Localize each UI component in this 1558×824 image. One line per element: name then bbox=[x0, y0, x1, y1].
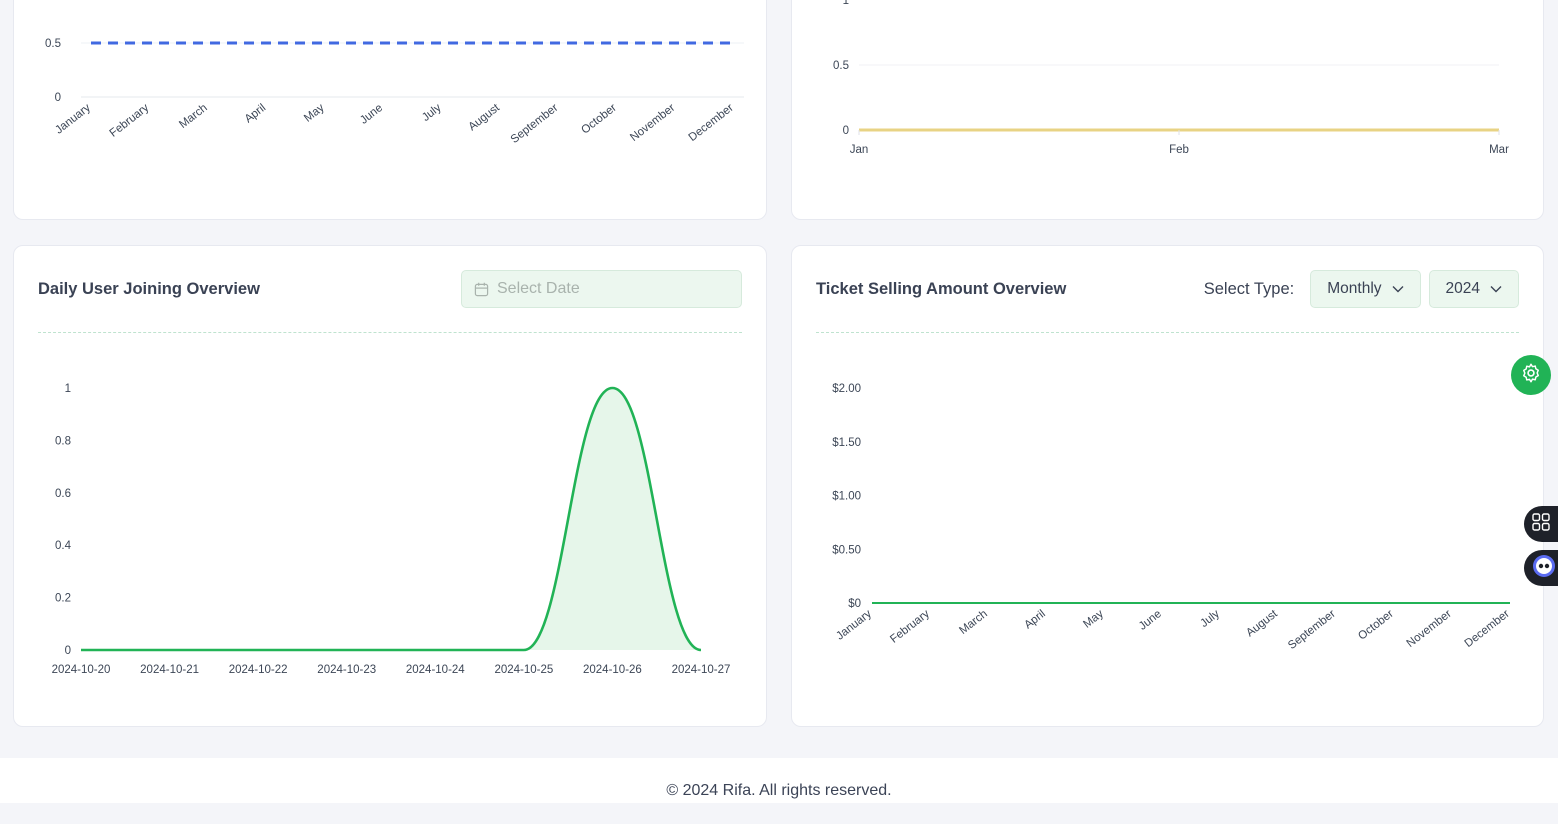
card-header: Ticket Selling Amount Overview Select Ty… bbox=[816, 270, 1519, 333]
bot-icon bbox=[1532, 554, 1556, 583]
x-tick-label: February bbox=[888, 608, 932, 646]
x-tick-label: 2024-10-20 bbox=[52, 664, 111, 676]
x-tick-label: June bbox=[1137, 608, 1164, 633]
y-tick-label: 0.6 bbox=[55, 488, 71, 500]
x-tick-label: November bbox=[628, 102, 677, 144]
y-tick-label: 0.5 bbox=[833, 60, 849, 72]
x-tick-label: September bbox=[1286, 608, 1338, 652]
gear-icon bbox=[1520, 362, 1542, 389]
x-tick-label: 2024-10-23 bbox=[317, 664, 376, 676]
apps-button[interactable] bbox=[1524, 506, 1558, 542]
period-type-select[interactable]: Monthly bbox=[1310, 270, 1420, 308]
card-title: Ticket Selling Amount Overview bbox=[816, 280, 1066, 299]
y-tick-label: $1.50 bbox=[832, 437, 861, 449]
x-tick-label: 2024-10-25 bbox=[494, 664, 553, 676]
x-tick-label: November bbox=[1405, 608, 1454, 650]
y-tick-label: 1 bbox=[843, 0, 849, 7]
x-tick-label: December bbox=[1463, 608, 1512, 650]
monthly-dashed-line-chart: 0.5 0January February March April May June July… bbox=[14, 0, 768, 221]
x-tick-label: 2024-10-27 bbox=[672, 664, 731, 676]
year-select[interactable]: 2024 bbox=[1429, 270, 1519, 308]
settings-button[interactable] bbox=[1511, 355, 1551, 395]
period-type-value: Monthly bbox=[1327, 280, 1381, 298]
x-tick-label: April bbox=[1022, 608, 1048, 632]
x-tick-label: Feb bbox=[1169, 144, 1189, 156]
x-tick-label: April bbox=[243, 102, 269, 126]
x-tick-label: July bbox=[1198, 608, 1222, 630]
calendar-icon bbox=[474, 282, 489, 297]
x-tick-label: January bbox=[834, 608, 874, 643]
daily-user-joining-card: 0 0.2 0.4 0.6 0.8 1 2024-10-20 2024-10-21 2024-1… bbox=[13, 245, 767, 727]
x-tick-label: March bbox=[177, 102, 210, 131]
jan-mar-line-chart: 1 0.5 0Jan Feb Mar bbox=[792, 0, 1545, 221]
x-tick-label: 2024-10-22 bbox=[229, 664, 288, 676]
chart-controls: Select Type: Monthly 2024 bbox=[1204, 270, 1519, 308]
x-tick-label: September bbox=[509, 102, 561, 146]
assistant-button[interactable] bbox=[1524, 550, 1558, 586]
card-header: Daily User Joining Overview Select Date bbox=[38, 270, 742, 333]
x-tick-label: February bbox=[108, 102, 152, 140]
x-tick-label: July bbox=[420, 102, 444, 124]
x-tick-label: 2024-10-24 bbox=[406, 664, 465, 676]
chevron-down-icon bbox=[1392, 285, 1404, 293]
y-tick-label: 1 bbox=[65, 383, 71, 395]
card-title: Daily User Joining Overview bbox=[38, 280, 260, 299]
x-tick-label: 2024-10-26 bbox=[583, 664, 642, 676]
monthly-chart-card: 0.5 0January February March April May June July… bbox=[13, 0, 767, 220]
y-tick-label: 0.2 bbox=[55, 593, 71, 605]
x-tick-label: 2024-10-21 bbox=[140, 664, 199, 676]
y-tick-label: 0 bbox=[55, 92, 61, 104]
x-tick-label: May bbox=[1081, 608, 1106, 631]
y-tick-label: 0.8 bbox=[55, 435, 71, 447]
x-tick-label: Mar bbox=[1489, 144, 1509, 156]
series-area bbox=[81, 388, 701, 650]
select-type-label: Select Type: bbox=[1204, 280, 1295, 299]
page-footer: © 2024 Rifa. All rights reserved. bbox=[0, 758, 1558, 803]
date-picker-input[interactable]: Select Date bbox=[461, 270, 742, 308]
x-tick-label: December bbox=[687, 102, 736, 144]
copyright-text: © 2024 Rifa. All rights reserved. bbox=[666, 782, 891, 799]
x-tick-label: October bbox=[579, 102, 619, 137]
y-tick-label: 0.4 bbox=[55, 540, 72, 552]
y-tick-label: 0 bbox=[843, 125, 849, 137]
x-tick-label: June bbox=[358, 102, 385, 127]
y-tick-label: $2.00 bbox=[832, 383, 861, 395]
y-tick-label: $1.00 bbox=[832, 491, 861, 503]
x-tick-label: October bbox=[1356, 608, 1396, 643]
x-tick-label: March bbox=[957, 608, 990, 637]
x-tick-label: January bbox=[53, 102, 93, 137]
x-tick-label: August bbox=[1244, 607, 1280, 639]
chevron-down-icon bbox=[1490, 285, 1502, 293]
x-tick-label: May bbox=[302, 102, 327, 125]
x-tick-label: August bbox=[466, 101, 502, 133]
ticket-selling-card: $0 $0.50 $1.00 $1.50 $2.00 January February Mar… bbox=[791, 245, 1544, 727]
year-value: 2024 bbox=[1446, 280, 1480, 298]
y-tick-label: $0 bbox=[848, 598, 861, 610]
grid-icon bbox=[1532, 513, 1550, 536]
quarterly-chart-card: 1 0.5 0Jan Feb Mar bbox=[791, 0, 1544, 220]
y-tick-label: 0 bbox=[65, 645, 71, 657]
x-tick-label: Jan bbox=[850, 144, 869, 156]
y-tick-label: $0.50 bbox=[832, 544, 861, 556]
y-tick-label: 0.5 bbox=[45, 38, 61, 50]
date-placeholder: Select Date bbox=[497, 280, 580, 298]
